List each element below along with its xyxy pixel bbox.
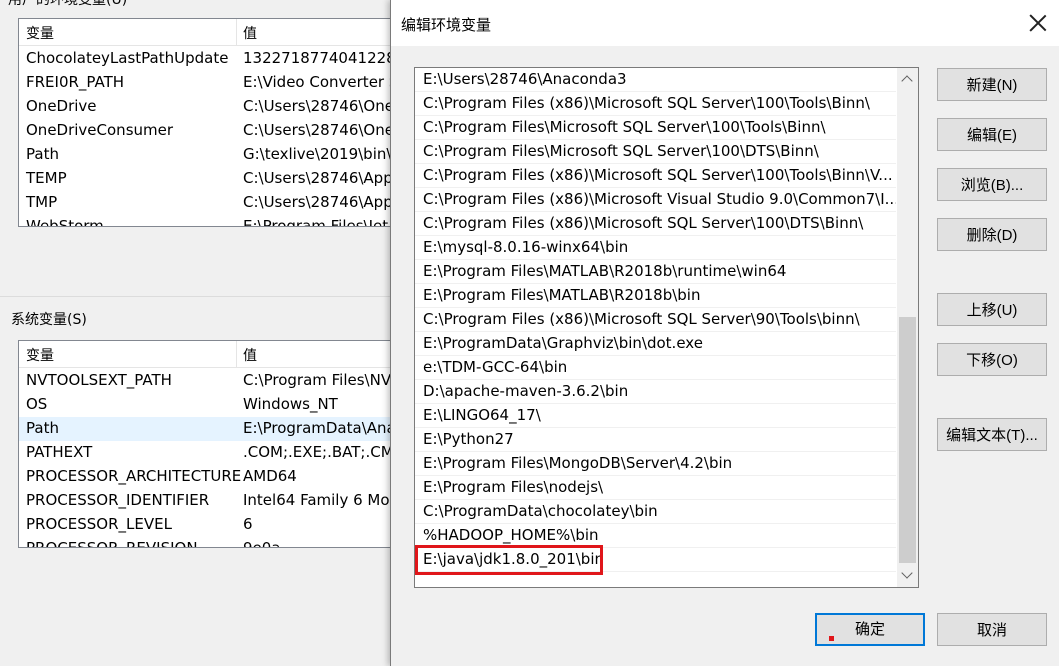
system-var-row[interactable]: PROCESSOR_ARCHITECTURE AMD64 (19, 465, 399, 489)
user-var-row[interactable]: WebStorm E:\Program Files\Jet (19, 215, 399, 226)
path-entry[interactable]: C:\Program Files (x86)\Microsoft SQL Ser… (415, 164, 896, 188)
scrollbar-thumb[interactable] (899, 317, 916, 563)
column-header-name[interactable]: 变量 (26, 345, 54, 365)
path-entry[interactable]: D:\apache-maven-3.6.2\bin (415, 380, 896, 404)
system-var-row[interactable]: PROCESSOR_IDENTIFIER Intel64 Family 6 Mod (19, 489, 399, 513)
edit-button[interactable]: 编辑(E) (937, 118, 1047, 151)
path-entry[interactable]: E:\Program Files\MATLAB\R2018b\runtime\w… (415, 260, 896, 284)
close-icon[interactable] (1027, 12, 1049, 34)
user-var-row[interactable]: OneDrive C:\Users\28746\One (19, 95, 399, 119)
user-var-row[interactable]: TMP C:\Users\28746\App (19, 191, 399, 215)
dialog-titlebar[interactable]: 编辑环境变量 (391, 0, 1059, 46)
path-entry[interactable]: C:\Program Files (x86)\Microsoft SQL Ser… (415, 212, 896, 236)
path-entry[interactable]: E:\ProgramData\Graphviz\bin\dot.exe (415, 332, 896, 356)
path-entry[interactable]: E:\Program Files\nodejs\ (415, 476, 896, 500)
user-variables-list[interactable]: 变量 值 ChocolateyLastPathUpdate 13227187740… (18, 18, 400, 227)
user-var-row[interactable]: Path G:\texlive\2019\bin\ (19, 143, 399, 167)
edit-environment-variable-dialog: 编辑环境变量 E:\Users\28746\Anaconda3 C:\Progr… (390, 0, 1059, 666)
browse-button[interactable]: 浏览(B)... (937, 168, 1047, 201)
user-list-header: 变量 值 (19, 19, 399, 46)
column-header-value[interactable]: 值 (243, 23, 257, 43)
column-divider[interactable] (236, 341, 237, 367)
vertical-scrollbar[interactable] (897, 68, 918, 587)
path-entries-list[interactable]: E:\Users\28746\Anaconda3 C:\Program File… (414, 67, 919, 588)
ok-button[interactable]: 确定 (815, 613, 925, 646)
system-var-row[interactable]: NVTOOLSEXT_PATH C:\Program Files\NV (19, 369, 399, 393)
user-vars-group-label: 用户的环境变量(U) (8, 0, 128, 8)
column-divider[interactable] (236, 19, 237, 45)
system-vars-group-label: 系统变量(S) (11, 312, 87, 328)
path-entry[interactable]: E:\Users\28746\Anaconda3 (415, 68, 896, 92)
system-list-header: 变量 值 (19, 341, 399, 368)
system-var-row-selected[interactable]: Path E:\ProgramData\Ana (19, 417, 399, 441)
path-entry[interactable]: C:\Program Files (x86)\Microsoft SQL Ser… (415, 308, 896, 332)
user-var-row[interactable]: FREI0R_PATH E:\Video Converter S (19, 71, 399, 95)
path-entry[interactable]: C:\Program Files (x86)\Microsoft SQL Ser… (415, 92, 896, 116)
user-var-row[interactable]: ChocolateyLastPathUpdate 1322718774041228… (19, 47, 399, 71)
dialog-title: 编辑环境变量 (401, 16, 492, 34)
move-up-button[interactable]: 上移(U) (937, 293, 1047, 326)
system-var-row[interactable]: PATHEXT .COM;.EXE;.BAT;.CM (19, 441, 399, 465)
move-down-button[interactable]: 下移(O) (937, 343, 1047, 376)
group-divider (0, 296, 390, 297)
path-entry[interactable]: E:\Program Files\MongoDB\Server\4.2\bin (415, 452, 896, 476)
system-var-row[interactable]: PROCESSOR_REVISION 9e0a (19, 537, 399, 547)
path-entry[interactable]: C:\Program Files (x86)\Microsoft Visual … (415, 188, 896, 212)
edit-text-button[interactable]: 编辑文本(T)... (937, 418, 1047, 451)
column-header-value[interactable]: 值 (243, 345, 257, 365)
path-entry[interactable]: E:\LINGO64_17\ (415, 404, 896, 428)
path-entry[interactable]: E:\Program Files\MATLAB\R2018b\bin (415, 284, 896, 308)
path-entry[interactable]: e:\TDM-GCC-64\bin (415, 356, 896, 380)
user-var-row[interactable]: OneDriveConsumer C:\Users\28746\One (19, 119, 399, 143)
user-var-row[interactable]: TEMP C:\Users\28746\App (19, 167, 399, 191)
new-button[interactable]: 新建(N) (937, 68, 1047, 101)
cancel-button[interactable]: 取消 (937, 613, 1047, 646)
system-variables-list[interactable]: 变量 值 NVTOOLSEXT_PATH C:\Program Files\NV … (18, 340, 400, 548)
scroll-down-icon[interactable] (897, 566, 918, 583)
cursor-marker (829, 636, 834, 641)
ok-button-label: 确定 (854, 620, 885, 638)
path-entry[interactable]: C:\Program Files\Microsoft SQL Server\10… (415, 116, 896, 140)
system-var-row[interactable]: PROCESSOR_LEVEL 6 (19, 513, 399, 537)
path-entry[interactable]: E:\Python27 (415, 428, 896, 452)
scroll-up-icon[interactable] (897, 70, 918, 87)
path-entry[interactable]: E:\mysql-8.0.16-winx64\bin (415, 236, 896, 260)
path-entry-highlighted[interactable]: E:\java\jdk1.8.0_201\bin (415, 545, 896, 575)
path-entry[interactable]: C:\ProgramData\chocolatey\bin (415, 500, 896, 524)
delete-button[interactable]: 删除(D) (937, 218, 1047, 251)
system-var-row[interactable]: OS Windows_NT (19, 393, 399, 417)
column-header-name[interactable]: 变量 (26, 23, 54, 43)
path-entry[interactable]: C:\Program Files\Microsoft SQL Server\10… (415, 140, 896, 164)
